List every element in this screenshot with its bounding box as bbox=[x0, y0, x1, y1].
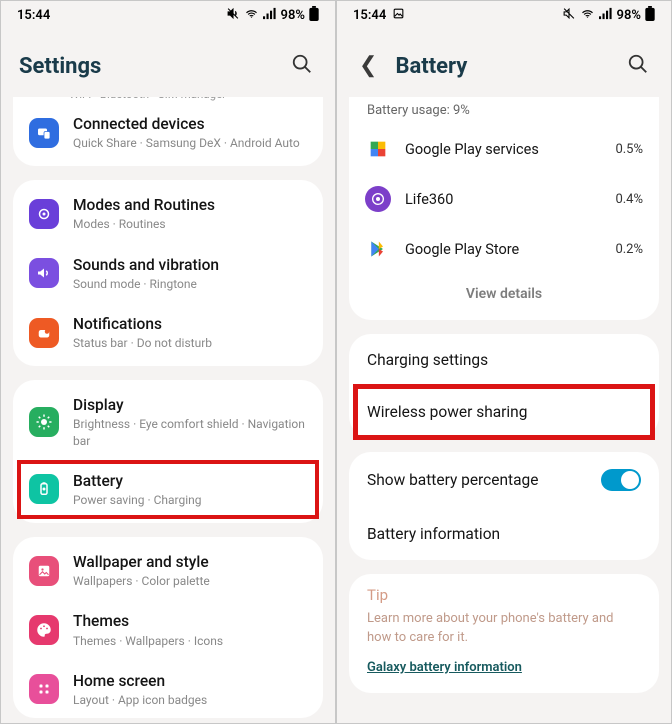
item-label: Show battery percentage bbox=[367, 471, 538, 489]
toggle-switch[interactable] bbox=[601, 469, 641, 491]
battery-usage-card: Battery usage: 9% Google Play services 0… bbox=[349, 97, 659, 320]
battery-pct: 98% bbox=[617, 8, 641, 23]
battery-screen: 15:44 98% ❮ Battery bbox=[336, 0, 672, 724]
notifications-icon bbox=[29, 318, 59, 348]
item-wireless-power-sharing[interactable]: Wireless power sharing bbox=[349, 386, 659, 438]
item-title: Wallpaper and style bbox=[73, 552, 307, 572]
item-title: Connected devices bbox=[73, 114, 307, 134]
battery-settings-icon bbox=[29, 474, 59, 504]
item-modes-routines[interactable]: Modes and Routines Modes · Routines bbox=[13, 184, 323, 243]
settings-group-display: Display Brightness · Eye comfort shield … bbox=[13, 380, 323, 523]
page-title: Settings bbox=[19, 54, 101, 79]
item-connected-devices[interactable]: Connected devices Quick Share · Samsung … bbox=[13, 103, 323, 162]
app-name: Google Play Store bbox=[405, 241, 601, 258]
item-sub: Brightness · Eye comfort shield · Naviga… bbox=[73, 416, 307, 448]
settings-screen: 15:44 98% Settings WiFi bbox=[0, 0, 336, 724]
screenshot-icon bbox=[392, 7, 405, 24]
item-sub: Wallpapers · Color palette bbox=[73, 573, 307, 589]
item-title: Notifications bbox=[73, 314, 307, 334]
tip-link[interactable]: Galaxy battery information bbox=[367, 660, 522, 675]
item-sub: Modes · Routines bbox=[73, 216, 307, 232]
themes-icon bbox=[29, 615, 59, 645]
page-title: Battery bbox=[395, 54, 467, 79]
settings-group-personalize: Modes and Routines Modes · Routines Soun… bbox=[13, 180, 323, 366]
item-label: Wireless power sharing bbox=[367, 403, 527, 421]
app-name: Life360 bbox=[405, 191, 601, 208]
item-title: Home screen bbox=[73, 671, 307, 691]
mute-icon bbox=[562, 7, 576, 23]
app-usage-row[interactable]: Google Play services 0.5% bbox=[349, 124, 659, 174]
status-bar: 15:44 98% bbox=[1, 1, 335, 29]
item-title: Battery bbox=[73, 471, 307, 491]
item-battery-information[interactable]: Battery information bbox=[349, 508, 659, 560]
tip-title: Tip bbox=[367, 586, 641, 604]
home-icon bbox=[29, 674, 59, 704]
battery-pct: 98% bbox=[281, 8, 305, 23]
item-label: Charging settings bbox=[367, 351, 488, 369]
item-sub: Layout · App icon badges bbox=[73, 692, 307, 708]
item-sub: Power saving · Charging bbox=[73, 492, 307, 508]
modes-icon bbox=[29, 199, 59, 229]
clock: 15:44 bbox=[353, 8, 386, 23]
item-home-screen[interactable]: Home screen Layout · App icon badges bbox=[13, 660, 323, 714]
settings-group-wallpaper: Wallpaper and style Wallpapers · Color p… bbox=[13, 537, 323, 718]
item-wallpaper[interactable]: Wallpaper and style Wallpapers · Color p… bbox=[13, 541, 323, 600]
tip-body: Learn more about your phone's battery an… bbox=[367, 610, 641, 648]
item-notifications[interactable]: Notifications Status bar · Do not distur… bbox=[13, 303, 323, 362]
signal-icon bbox=[263, 7, 277, 23]
settings-header: Settings bbox=[1, 29, 335, 97]
app-pct: 0.5% bbox=[615, 142, 643, 157]
battery-icon bbox=[309, 6, 319, 24]
search-button[interactable] bbox=[287, 49, 317, 83]
item-battery[interactable]: Battery Power saving · Charging bbox=[13, 460, 323, 519]
item-title: Modes and Routines bbox=[73, 195, 307, 215]
wifi-icon bbox=[244, 7, 259, 23]
back-button[interactable]: ❮ bbox=[355, 53, 381, 79]
life360-icon bbox=[365, 186, 391, 212]
play-store-icon bbox=[365, 236, 391, 262]
clock: 15:44 bbox=[17, 8, 50, 23]
item-show-battery-pct[interactable]: Show battery percentage bbox=[349, 452, 659, 508]
item-label: Battery information bbox=[367, 525, 500, 543]
battery-settings-card: Charging settings Wireless power sharing bbox=[349, 334, 659, 438]
status-bar: 15:44 98% bbox=[337, 1, 671, 29]
battery-icon bbox=[645, 6, 655, 24]
item-title: Display bbox=[73, 395, 307, 415]
settings-group-connections: WiFi · Bluetooth · SIM manager Connected… bbox=[13, 97, 323, 166]
item-title: Themes bbox=[73, 611, 307, 631]
item-charging-settings[interactable]: Charging settings bbox=[349, 334, 659, 386]
item-sub: Status bar · Do not disturb bbox=[73, 335, 307, 351]
usage-label: Battery usage: 9% bbox=[349, 97, 659, 124]
signal-icon bbox=[599, 7, 613, 23]
battery-info-card: Show battery percentage Battery informat… bbox=[349, 452, 659, 560]
item-title: Sounds and vibration bbox=[73, 255, 307, 275]
app-name: Google Play services bbox=[405, 141, 601, 158]
wifi-icon bbox=[580, 7, 595, 23]
item-sub: Themes · Wallpapers · Icons bbox=[73, 633, 307, 649]
item-sounds[interactable]: Sounds and vibration Sound mode · Ringto… bbox=[13, 244, 323, 303]
connected-devices-icon bbox=[29, 118, 59, 148]
display-icon bbox=[29, 407, 59, 437]
battery-header: ❮ Battery bbox=[337, 29, 671, 97]
item-sub: Sound mode · Ringtone bbox=[73, 276, 307, 292]
view-details-button[interactable]: View details bbox=[349, 274, 659, 316]
play-services-icon bbox=[365, 136, 391, 162]
item-sub: Quick Share · Samsung DeX · Android Auto bbox=[73, 135, 307, 151]
app-usage-row[interactable]: Life360 0.4% bbox=[349, 174, 659, 224]
app-pct: 0.2% bbox=[615, 242, 643, 257]
mute-icon bbox=[226, 7, 240, 23]
item-themes[interactable]: Themes Themes · Wallpapers · Icons bbox=[13, 600, 323, 659]
search-button[interactable] bbox=[623, 49, 653, 83]
app-pct: 0.4% bbox=[615, 192, 643, 207]
wallpaper-icon bbox=[29, 556, 59, 586]
tip-card: Tip Learn more about your phone's batter… bbox=[349, 574, 659, 693]
sound-icon bbox=[29, 258, 59, 288]
item-display[interactable]: Display Brightness · Eye comfort shield … bbox=[13, 384, 323, 460]
app-usage-row[interactable]: Google Play Store 0.2% bbox=[349, 224, 659, 274]
